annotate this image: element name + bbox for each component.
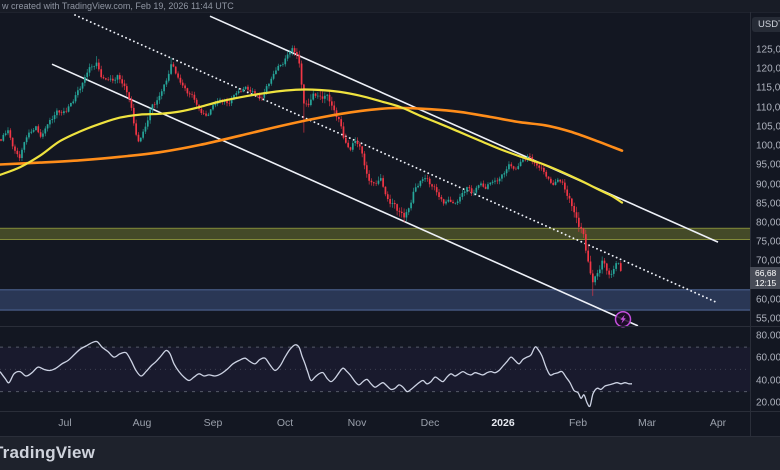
- price-tick-label: 125,000: [756, 45, 780, 56]
- time-axis-label: Apr: [710, 417, 726, 429]
- price-axis-unit-label: USDT: [758, 19, 780, 30]
- time-axis-label: Dec: [421, 417, 440, 429]
- ma-200-line[interactable]: [0, 108, 622, 165]
- price-tick-label: 110,000: [756, 102, 780, 113]
- price-tick-label: 90,000: [756, 179, 780, 190]
- rsi-tick-label: 80.00: [756, 331, 780, 342]
- price-tick-label: 120,000: [756, 64, 780, 75]
- resistance-zone[interactable]: [0, 228, 750, 239]
- time-axis-label: Feb: [569, 417, 587, 429]
- last-price-label: 66,68 12:15: [750, 267, 780, 289]
- time-axis-label: Sep: [204, 417, 223, 429]
- time-axis-label: 2026: [491, 417, 514, 429]
- rsi-tick-label: 40.00: [756, 375, 780, 386]
- price-tick-label: 85,000: [756, 198, 780, 209]
- footer-bar: TradingView: [0, 437, 780, 470]
- rsi-tick-label: 60.00: [756, 353, 780, 364]
- last-price-value: 66,68: [755, 268, 780, 278]
- price-tick-label: 60,000: [756, 294, 780, 305]
- price-tick-label: 70,000: [756, 256, 780, 267]
- tradingview-logo[interactable]: TradingView: [0, 443, 95, 463]
- price-axis-unit-badge[interactable]: USDT: [752, 17, 780, 32]
- tradingview-chart-window: w created with TradingView.com, Feb 19, …: [0, 0, 780, 470]
- price-tick-label: 55,000: [756, 314, 780, 325]
- candle-wicks-up: [3, 45, 618, 285]
- rsi-tick-label: 20.00: [756, 397, 780, 408]
- support-zone[interactable]: [0, 290, 750, 310]
- time-axis-label: Oct: [277, 417, 293, 429]
- bar-countdown: 12:15: [755, 278, 780, 288]
- time-axis-label: Aug: [133, 417, 152, 429]
- price-tick-label: 95,000: [756, 160, 780, 171]
- price-tick-label: 115,000: [756, 83, 780, 94]
- pane-divider-main-rsi[interactable]: [0, 326, 780, 327]
- price-axis-divider: [750, 12, 751, 437]
- upper-channel-line[interactable]: [210, 16, 718, 242]
- ma-50-line[interactable]: [0, 90, 622, 203]
- time-axis-label: Jul: [58, 417, 71, 429]
- price-tick-label: 80,000: [756, 217, 780, 228]
- time-axis-label: Nov: [348, 417, 367, 429]
- pane-divider-rsi-timeaxis: [0, 411, 780, 412]
- price-tick-label: 100,000: [756, 141, 780, 152]
- alert-flash-icon[interactable]: [616, 312, 631, 327]
- lower-channel-line[interactable]: [52, 64, 638, 326]
- time-axis-label: Mar: [638, 417, 656, 429]
- chart-canvas[interactable]: [0, 0, 780, 470]
- price-tick-label: 75,000: [756, 237, 780, 248]
- price-tick-label: 105,000: [756, 121, 780, 132]
